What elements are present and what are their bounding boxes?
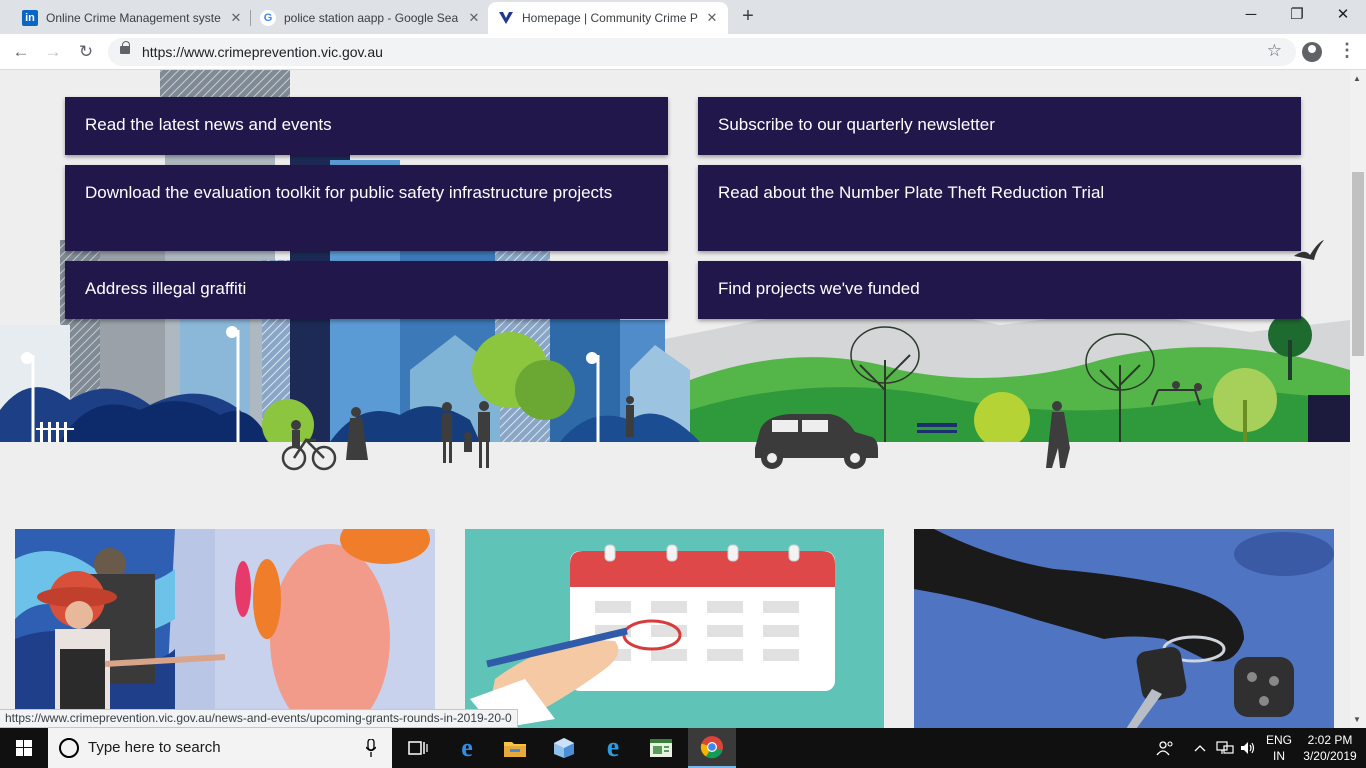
forward-button[interactable]: → [42, 41, 64, 63]
address-bar: ← → ↻ https://www.crimeprevention.vic.go… [0, 34, 1366, 70]
input-language-indicator[interactable]: ENG IN [1264, 732, 1294, 764]
clock-date: 3/20/2019 [1303, 749, 1357, 763]
reload-button[interactable]: ↻ [75, 41, 97, 63]
file-explorer-icon[interactable] [491, 728, 539, 768]
taskbar-clock[interactable]: 2:02 PM 3/20/2019 [1298, 732, 1362, 764]
tab-community-crime[interactable]: Homepage | Community Crime P ✕ [488, 2, 728, 34]
linkedin-icon: in [22, 10, 38, 26]
tab-title: Online Crime Management syste [46, 11, 221, 25]
scrollbar-thumb[interactable] [1352, 172, 1364, 356]
search-placeholder: Type here to search [88, 739, 221, 756]
windows-start-icon[interactable] [0, 728, 48, 768]
link-card-label: Read about the Number Plate Theft Reduct… [718, 183, 1105, 202]
close-tab-icon[interactable]: ✕ [704, 10, 720, 26]
link-card-newsletter[interactable]: Subscribe to our quarterly newsletter [698, 97, 1301, 155]
taskbar-search-box[interactable]: Type here to search [48, 728, 392, 768]
language-region: IN [1273, 749, 1285, 763]
close-window-button[interactable]: ✕ [1320, 0, 1366, 30]
new-tab-button[interactable]: + [738, 6, 758, 26]
tab-linkedin[interactable]: in Online Crime Management syste ✕ [12, 2, 252, 34]
windows-taskbar: Type here to search e e ENG IN 2:02 PM 3… [0, 728, 1366, 768]
cortana-icon [59, 738, 79, 758]
internet-explorer-icon[interactable]: e [589, 728, 637, 768]
page-viewport: Read the latest news and events Subscrib… [0, 70, 1350, 728]
link-card-graffiti[interactable]: Address illegal graffiti [65, 261, 668, 319]
lock-icon [120, 41, 130, 54]
bookmark-star-icon[interactable]: ☆ [1267, 41, 1282, 61]
link-card-news-events[interactable]: Read the latest news and events [65, 97, 668, 155]
tab-bar: in Online Crime Management syste ✕ G pol… [0, 0, 1366, 34]
link-status-bar: https://www.crimeprevention.vic.gov.au/n… [0, 709, 518, 728]
calendar-image[interactable] [465, 529, 884, 728]
link-card-label: Read the latest news and events [85, 115, 332, 134]
browser-menu-icon[interactable]: ⋮ [1338, 40, 1356, 61]
language-code: ENG [1265, 733, 1292, 747]
tab-title: Homepage | Community Crime P [522, 11, 698, 25]
link-card-label: Find projects we've funded [718, 279, 920, 298]
app-window-icon[interactable] [637, 728, 685, 768]
network-icon[interactable] [1216, 728, 1236, 768]
url-omnibox[interactable]: https://www.crimeprevention.vic.gov.au ☆ [108, 38, 1296, 66]
close-tab-icon[interactable]: ✕ [466, 10, 482, 26]
profile-avatar-icon[interactable] [1302, 42, 1322, 62]
chrome-icon[interactable] [688, 728, 736, 768]
link-card-number-plate-trial[interactable]: Read about the Number Plate Theft Reduct… [698, 165, 1301, 251]
link-card-label: Address illegal graffiti [85, 279, 247, 298]
close-tab-icon[interactable]: ✕ [228, 10, 244, 26]
mural-painting-image[interactable] [15, 529, 435, 728]
restore-button[interactable]: ❐ [1274, 0, 1320, 30]
task-view-icon[interactable] [394, 728, 442, 768]
clock-time: 2:02 PM [1307, 733, 1353, 747]
vic-gov-icon [498, 10, 514, 26]
people-icon[interactable] [1156, 728, 1176, 768]
minimize-button[interactable]: ─ [1228, 0, 1274, 30]
show-hidden-icons-icon[interactable] [1194, 728, 1208, 768]
microphone-icon[interactable] [366, 739, 376, 757]
edge-icon[interactable]: e [443, 728, 491, 768]
app-cube-icon[interactable] [540, 728, 588, 768]
tab-google[interactable]: G police station aapp - Google Sea ✕ [250, 2, 490, 34]
page-scrollbar[interactable]: ▲ ▼ [1350, 70, 1366, 728]
tab-title: police station aapp - Google Sea [284, 11, 459, 25]
link-card-label: Subscribe to our quarterly newsletter [718, 115, 995, 134]
car-keys-image[interactable] [914, 529, 1334, 728]
back-button[interactable]: ← [10, 41, 32, 63]
link-card-label: Download the evaluation toolkit for publ… [85, 183, 613, 202]
scroll-down-icon[interactable]: ▼ [1353, 715, 1361, 724]
link-card-funded-projects[interactable]: Find projects we've funded [698, 261, 1301, 319]
url-text[interactable]: https://www.crimeprevention.vic.gov.au [142, 44, 383, 60]
scroll-up-icon[interactable]: ▲ [1353, 74, 1361, 83]
google-icon: G [260, 10, 276, 26]
volume-icon[interactable] [1240, 728, 1258, 768]
link-card-evaluation-toolkit[interactable]: Download the evaluation toolkit for publ… [65, 165, 668, 251]
